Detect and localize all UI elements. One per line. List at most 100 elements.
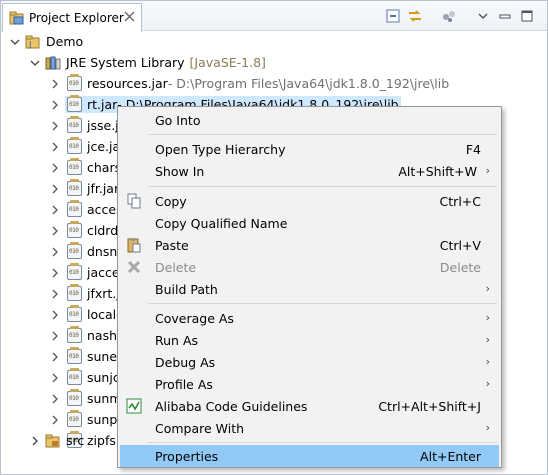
- chevron-right-icon: ›: [485, 421, 490, 434]
- jar-icon: [67, 200, 82, 217]
- library-name: JRE System Library: [66, 55, 185, 70]
- menu-label: Debug As: [155, 354, 216, 370]
- jar-icon: [67, 389, 82, 406]
- chevron-right-icon[interactable]: [49, 120, 61, 132]
- chevron-right-icon[interactable]: [49, 414, 61, 426]
- menu-label: Coverage As: [155, 310, 234, 326]
- chevron-right-icon[interactable]: [49, 288, 61, 300]
- chevron-right-icon[interactable]: [49, 267, 61, 279]
- filters-icon[interactable]: [441, 8, 457, 24]
- jar-icon: [67, 116, 82, 133]
- menu-item-coverage-as[interactable]: Coverage As ›: [120, 307, 499, 329]
- menu-label: Run As: [155, 332, 199, 348]
- library-decoration: [JavaSE-1.8]: [189, 55, 266, 70]
- view-menu-icon[interactable]: [475, 8, 491, 24]
- project-explorer-tab[interactable]: Project Explorer: [2, 3, 142, 32]
- menu-item-open-type-hierarchy[interactable]: Open Type Hierarchy F4: [120, 138, 499, 160]
- chevron-right-icon[interactable]: [49, 372, 61, 384]
- chevron-right-icon: ›: [485, 355, 490, 368]
- menu-label: Copy: [155, 193, 187, 209]
- chevron-right-icon: ›: [485, 164, 490, 177]
- close-icon[interactable]: [124, 11, 135, 22]
- menu-accelerator: Ctrl+C: [439, 193, 481, 209]
- tree-item-jar[interactable]: jfr.jar: [49, 178, 121, 199]
- jar-icon: [67, 179, 82, 196]
- tree-item-jar[interactable]: resources.jar - D:\Program Files\Java64\…: [49, 73, 451, 94]
- context-menu: Go Into Open Type Hierarchy F4 Show In A…: [117, 106, 502, 468]
- menu-item-build-path[interactable]: Build Path ›: [120, 278, 499, 300]
- chevron-right-icon[interactable]: [49, 393, 61, 405]
- menu-label: Show In: [155, 163, 205, 179]
- chevron-right-icon[interactable]: [49, 204, 61, 216]
- chevron-right-icon[interactable]: [49, 351, 61, 363]
- jar-icon: [67, 263, 82, 280]
- menu-label: Go Into: [155, 112, 201, 128]
- maximize-icon[interactable]: [519, 8, 535, 24]
- jar-name: rt.jar: [87, 97, 118, 112]
- chevron-right-icon[interactable]: [49, 78, 61, 90]
- menu-separator: [148, 442, 497, 443]
- chevron-right-icon: ›: [485, 333, 490, 346]
- menu-item-show-in[interactable]: Show In Alt+Shift+W ›: [120, 160, 499, 182]
- menu-item-debug-as[interactable]: Debug As ›: [120, 351, 499, 373]
- minimize-icon[interactable]: [497, 8, 513, 24]
- chevron-right-icon[interactable]: [29, 435, 41, 447]
- menu-item-copy-qualified-name[interactable]: Copy Qualified Name: [120, 212, 499, 234]
- menu-item-properties[interactable]: Properties Alt+Enter: [120, 445, 499, 467]
- tree-item-jar[interactable]: jce.jar: [49, 136, 127, 157]
- chevron-right-icon[interactable]: [49, 246, 61, 258]
- menu-accelerator: Alt+Enter: [420, 448, 481, 464]
- menu-accelerator: Ctrl+Alt+Shift+J: [378, 398, 481, 414]
- jar-icon: [67, 368, 82, 385]
- menu-item-run-as[interactable]: Run As ›: [120, 329, 499, 351]
- view-title: Project Explorer: [29, 11, 124, 25]
- jar-icon: [67, 410, 82, 427]
- menu-label: Compare With: [155, 420, 245, 436]
- jar-icon: [67, 158, 82, 175]
- menu-separator: [148, 134, 497, 135]
- chevron-right-icon[interactable]: [49, 162, 61, 174]
- tree-item-src[interactable]: src: [29, 430, 84, 451]
- menu-item-copy[interactable]: Copy Ctrl+C: [120, 190, 499, 212]
- chevron-right-icon[interactable]: [49, 99, 61, 111]
- menu-item-go-into[interactable]: Go Into: [120, 109, 499, 131]
- tree-item-label-wrap: jfr.jar: [65, 179, 121, 197]
- link-with-editor-icon[interactable]: [407, 8, 423, 24]
- menu-item-alibaba-code-guidelines[interactable]: Alibaba Code Guidelines Ctrl+Alt+Shift+J: [120, 395, 499, 417]
- collapse-all-icon[interactable]: [385, 8, 401, 24]
- chevron-right-icon[interactable]: [49, 225, 61, 237]
- menu-label: Properties: [155, 448, 219, 464]
- menu-label: Copy Qualified Name: [155, 215, 288, 231]
- jar-name: jfr.jar: [87, 181, 120, 196]
- jar-icon: [67, 305, 82, 322]
- java-project-icon: J: [25, 34, 41, 50]
- svg-text:J: J: [28, 40, 31, 49]
- menu-item-profile-as[interactable]: Profile As ›: [120, 373, 499, 395]
- chevron-right-icon: ›: [485, 311, 490, 324]
- menu-item-compare-with[interactable]: Compare With ›: [120, 417, 499, 439]
- jar-icon: [67, 221, 82, 238]
- paste-icon: [127, 238, 141, 253]
- tree-item-jre-library[interactable]: JRE System Library [JavaSE-1.8]: [29, 52, 266, 73]
- jar-name: resources.jar: [87, 76, 168, 91]
- tree-item-project[interactable]: J Demo: [9, 31, 83, 52]
- chevron-right-icon[interactable]: [49, 141, 61, 153]
- jar-icon: [67, 137, 82, 154]
- chevron-down-icon[interactable]: [9, 36, 21, 48]
- chevron-down-icon[interactable]: [29, 57, 41, 69]
- menu-accelerator: Ctrl+V: [439, 237, 481, 253]
- chevron-right-icon[interactable]: [49, 309, 61, 321]
- chevron-right-icon: ›: [485, 377, 490, 390]
- chevron-right-icon[interactable]: [49, 330, 61, 342]
- menu-label: Profile As: [155, 376, 213, 392]
- chevron-right-icon[interactable]: [49, 183, 61, 195]
- menu-accelerator: Delete: [439, 259, 481, 275]
- menu-label: Delete: [155, 259, 197, 275]
- view-toolbar: [385, 8, 535, 24]
- menu-item-paste[interactable]: Paste Ctrl+V: [120, 234, 499, 256]
- source-folder-icon: [45, 433, 61, 449]
- jar-icon: [67, 242, 82, 259]
- menu-separator: [148, 303, 497, 304]
- menu-label: Open Type Hierarchy: [155, 141, 286, 157]
- jar-icon: [67, 284, 82, 301]
